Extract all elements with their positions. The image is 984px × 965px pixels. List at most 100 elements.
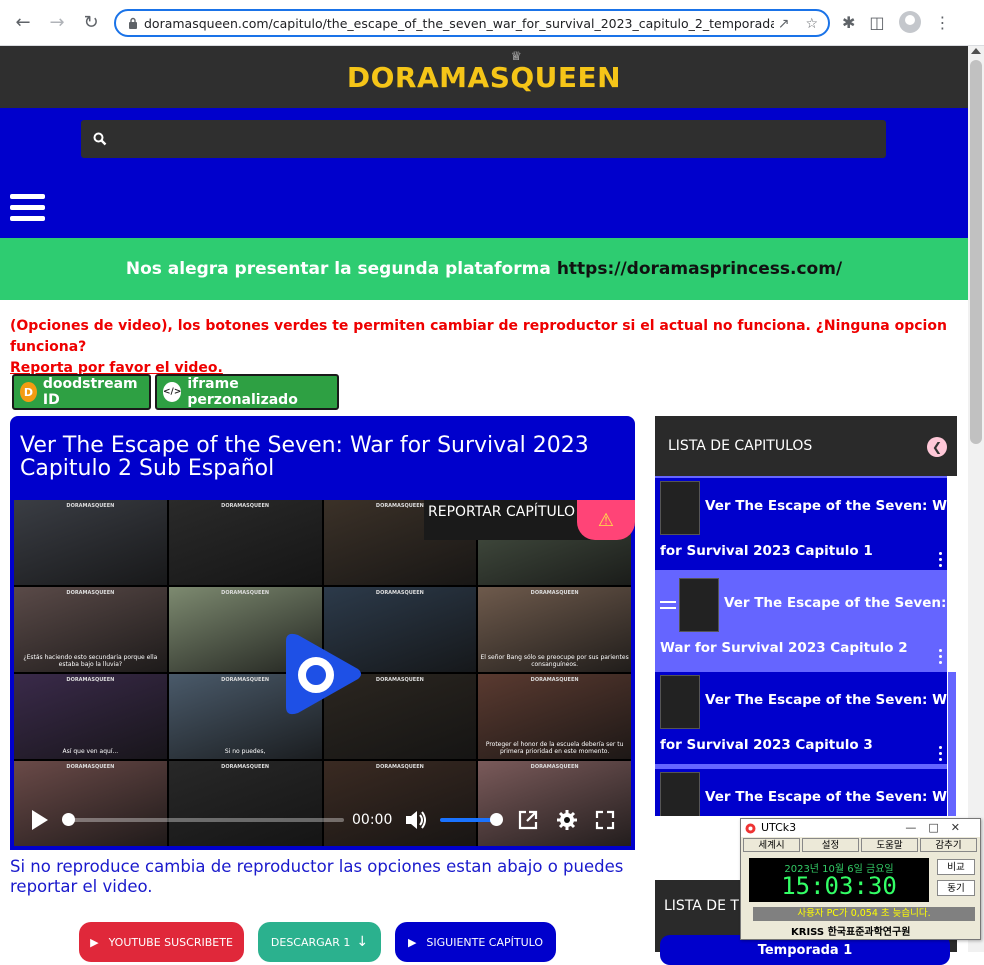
settings-gear-icon[interactable] xyxy=(556,809,578,831)
progress-knob[interactable] xyxy=(62,813,75,826)
utc-titlebar[interactable]: UTCk3 —□✕ xyxy=(741,819,980,837)
episode-poster xyxy=(679,578,719,632)
promo-text: Nos alegra presentar la segunda platafor… xyxy=(125,259,551,279)
promo-link[interactable]: https://doramasprincess.com/ xyxy=(557,259,842,279)
utc-time: 15:03:30 xyxy=(781,872,897,900)
window-controls[interactable]: —□✕ xyxy=(905,819,972,837)
reload-icon[interactable]: ↻ xyxy=(80,12,102,34)
utc-menu-hide[interactable]: 감추기 xyxy=(920,838,977,852)
player-notice: (Opciones de video), los botones verdes … xyxy=(10,316,960,379)
search-input[interactable] xyxy=(81,120,886,158)
volume-icon[interactable] xyxy=(404,809,428,831)
progress-bar[interactable] xyxy=(68,818,344,822)
episode-title-line2: for Survival 2023 Capitulo 1 xyxy=(660,543,873,559)
watermark: DORAMASQUEEN xyxy=(375,503,424,509)
video-frame-thumbnail: DORAMASQUEEN xyxy=(478,761,631,846)
play-icon: ▶ xyxy=(90,935,99,949)
drag-handle-icon[interactable] xyxy=(660,601,676,613)
subtitle-caption: Así que ven aquí... xyxy=(62,748,119,755)
utc-app-icon xyxy=(745,823,756,834)
crown-icon: ♕ xyxy=(510,48,523,63)
download-button[interactable]: DESCARGAR 1 ↓ xyxy=(258,922,381,962)
video-frame-thumbnail: DORAMASQUEEN xyxy=(14,761,167,846)
next-episode-button[interactable]: ▶ SIGUIENTE CAPÍTULO xyxy=(395,922,556,962)
episode-title-line1: Ver The Escape of the Seven: War xyxy=(705,498,963,514)
episode-item-3[interactable]: Ver The Escape of the Seven: War for Sur… xyxy=(655,672,962,764)
video-frame-thumbnail: DORAMASQUEEN ¿Estás haciendo esto secunda… xyxy=(14,587,167,672)
profile-avatar[interactable] xyxy=(898,11,921,33)
watermark: DORAMASQUEEN xyxy=(66,677,115,683)
episode-list-title: LISTA DE CAPITULOS xyxy=(668,438,813,454)
episode-title-line1: Ver The Escape of the Seven: xyxy=(724,595,947,611)
popout-icon[interactable] xyxy=(517,809,539,831)
menu-kebab-icon[interactable]: ⋮ xyxy=(935,13,951,32)
episode-item-1[interactable]: Ver The Escape of the Seven: War for Sur… xyxy=(655,478,962,570)
scroll-up-arrow-icon[interactable] xyxy=(971,48,981,54)
utc-menu-world-time[interactable]: 세계시 xyxy=(743,838,800,852)
episode-list-scroll-thumb[interactable] xyxy=(948,672,956,816)
video-title: Ver The Escape of the Seven: War for Sur… xyxy=(20,433,589,481)
video-frame-thumbnail: DORAMASQUEEN Así que ven aquí... xyxy=(14,674,167,759)
utc-footer-logo: KRISS 한국표준과학연구원 xyxy=(791,927,911,938)
download-arrow-icon: ↓ xyxy=(356,934,369,950)
button-label: DESCARGAR 1 xyxy=(270,935,351,949)
youtube-subscribe-button[interactable]: ▶ YOUTUBE SUSCRIBETE xyxy=(79,922,244,962)
video-frame-thumbnail: DORAMASQUEEN Proteger el honor de la escu… xyxy=(478,674,631,759)
button-label: YOUTUBE SUSCRIBETE xyxy=(108,935,233,949)
source-button-doodstream[interactable]: D doodstream ID xyxy=(12,374,151,410)
utc-menu: 세계시 설정 도움말 감추기 xyxy=(743,838,977,852)
subtitle-caption: Proteger el honor de la escuela debería … xyxy=(485,741,624,755)
browser-toolbar: ← → ↻ doramasqueen.com/capitulo/the_esca… xyxy=(0,0,984,46)
episode-poster xyxy=(660,675,700,729)
video-frame-thumbnail: DORAMASQUEEN El señor Bang sólo se preocu… xyxy=(478,587,631,672)
watermark: DORAMASQUEEN xyxy=(375,677,424,683)
search-icon xyxy=(93,132,107,146)
utc-menu-settings[interactable]: 설정 xyxy=(802,838,859,852)
utc-sync-button[interactable]: 동기 xyxy=(937,880,975,896)
collapse-chevron-icon[interactable]: ❮ xyxy=(927,437,947,457)
more-dots-icon[interactable] xyxy=(939,746,943,764)
season-list-title: LISTA DE TE xyxy=(664,898,748,914)
episode-item-2[interactable]: Ver The Escape of the Seven: War for Sur… xyxy=(655,575,947,667)
report-episode-button[interactable]: REPORTAR CAPÍTULO xyxy=(428,504,575,520)
utc-clock-window[interactable]: UTCk3 —□✕ 세계시 설정 도움말 감추기 2023년 10월 6일 금요… xyxy=(740,818,981,940)
watermark: DORAMASQUEEN xyxy=(530,677,579,683)
source-label: iframe perzonalizado xyxy=(187,376,298,408)
more-dots-icon[interactable] xyxy=(939,649,943,667)
play-icon[interactable] xyxy=(30,808,50,832)
watermark: DORAMASQUEEN xyxy=(66,503,115,509)
volume-slider[interactable] xyxy=(440,818,496,822)
play-overlay-icon[interactable] xyxy=(284,631,364,717)
back-icon[interactable]: ← xyxy=(12,12,34,34)
episode-poster xyxy=(660,772,700,816)
episode-list-header: LISTA DE CAPITULOS ❮ xyxy=(655,416,957,476)
watermark: DORAMASQUEEN xyxy=(221,590,270,596)
extensions-icon[interactable]: ✱ xyxy=(842,13,855,32)
hamburger-menu-icon[interactable] xyxy=(10,194,45,224)
utc-display: 2023년 10월 6일 금요일 15:03:30 xyxy=(749,858,929,902)
url-text: doramasqueen.com/capitulo/the_escape_of_… xyxy=(144,15,774,31)
episode-item-4[interactable]: Ver The Escape of the Seven: War xyxy=(655,769,947,816)
forward-icon[interactable]: → xyxy=(46,12,68,34)
side-panel-icon[interactable]: ◫ xyxy=(869,13,884,32)
page-scroll-thumb[interactable] xyxy=(970,60,982,444)
utc-menu-help[interactable]: 도움말 xyxy=(861,838,918,852)
share-icon[interactable]: ↗ xyxy=(778,16,790,32)
watermark: DORAMASQUEEN xyxy=(221,677,270,683)
lock-icon xyxy=(128,17,138,29)
code-icon: </> xyxy=(163,382,182,402)
more-dots-icon[interactable] xyxy=(939,552,943,570)
episode-title-line1: Ver The Escape of the Seven: War xyxy=(705,789,947,805)
address-bar[interactable]: doramasqueen.com/capitulo/the_escape_of_… xyxy=(114,9,830,37)
warning-icon[interactable]: ⚠ xyxy=(577,500,635,540)
source-button-iframe[interactable]: </> iframe perzonalizado xyxy=(155,374,339,410)
video-frame-thumbnail: DORAMASQUEEN xyxy=(14,500,167,585)
volume-knob[interactable] xyxy=(490,813,503,826)
utc-compare-button[interactable]: 비교 xyxy=(937,859,975,875)
doodstream-icon: D xyxy=(20,382,37,402)
watermark: DORAMASQUEEN xyxy=(530,590,579,596)
bookmark-star-icon[interactable]: ☆ xyxy=(805,16,818,32)
fullscreen-icon[interactable] xyxy=(594,809,616,831)
site-logo[interactable]: DORAMASQUEEN ♕ xyxy=(347,49,621,94)
subtitle-caption: ¿Estás haciendo esto secundaria porque e… xyxy=(23,654,158,668)
